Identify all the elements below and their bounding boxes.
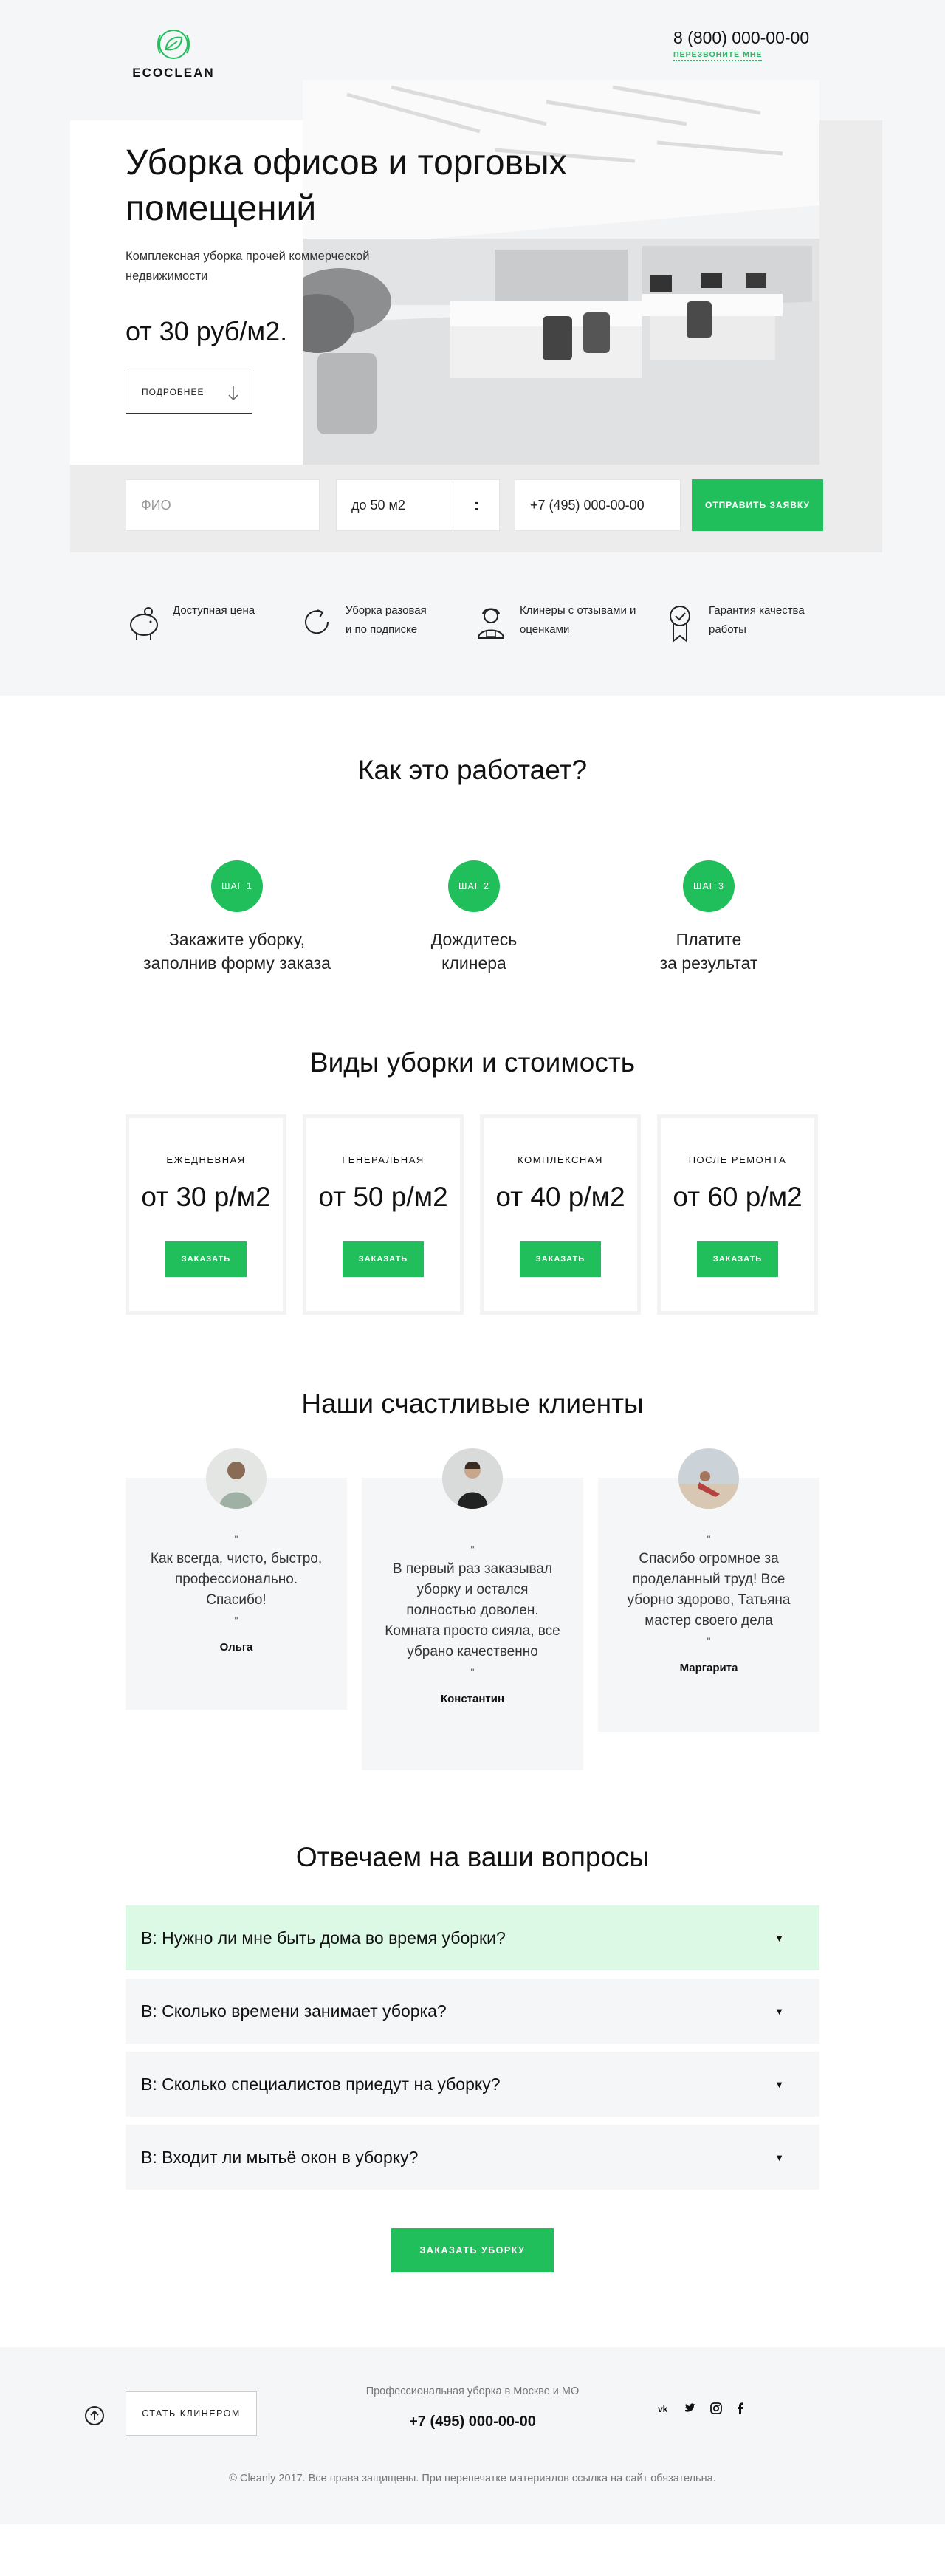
step-badge: ШАГ 3 xyxy=(683,860,735,912)
footer-phone[interactable]: +7 (495) 000-00-00 xyxy=(354,2414,591,2431)
step-text: Платите за результат xyxy=(659,930,758,973)
service-card: ЕЖЕДНЕВНАЯ от 30 р/м2 ЗАКАЗАТЬ xyxy=(126,1114,286,1315)
step-text: Дождитесь клинера xyxy=(430,930,518,973)
review-card: " В первый раз заказывал уборку и остался… xyxy=(362,1478,583,1770)
hero-section: ECOCLEAN 8 (800) 000-00-00 ПЕРЕЗВОНИТЕ М… xyxy=(0,0,945,696)
quote-icon: " xyxy=(470,1544,475,1555)
faq-item[interactable]: В: Входит ли мытьё окон в уборку? ▼ xyxy=(126,2125,819,2190)
review-text: Спасибо огромное за проделанный труд! Все… xyxy=(627,1551,791,1628)
quote-icon: " xyxy=(234,1533,238,1545)
faq-title: Отвечаем на ваши вопросы xyxy=(295,1842,650,1872)
order-service-button[interactable]: ЗАКАЗАТЬ xyxy=(165,1241,247,1277)
phone-input[interactable]: +7 (495) 000-00-00 xyxy=(515,479,681,531)
step-badge: ШАГ 1 xyxy=(211,860,263,912)
triangle-down-icon: ▼ xyxy=(774,2151,784,2163)
facebook-icon[interactable] xyxy=(733,2401,748,2416)
header-phone[interactable]: 8 (800) 000-00-00 xyxy=(673,28,809,48)
service-price: от 60 р/м2 xyxy=(673,1182,803,1212)
how-it-works-title: Как это работает? xyxy=(357,755,588,785)
review-card: " Как всегда, чисто, быстро, профессионал… xyxy=(126,1478,347,1710)
scroll-up-icon[interactable] xyxy=(84,2405,105,2426)
review-author: Маргарита xyxy=(679,1662,738,1674)
refresh-icon xyxy=(305,609,329,634)
feature-item: Клинеры с отзывами и оценками xyxy=(472,603,653,644)
review-author: Ольга xyxy=(219,1641,253,1654)
leaf-logo-icon xyxy=(157,30,190,59)
review-card: " Спасибо огромное за проделанный труд! В… xyxy=(598,1478,819,1732)
triangle-down-icon: ▼ xyxy=(774,2078,784,2090)
triangle-down-icon: ▼ xyxy=(774,2005,784,2017)
review-text: Как всегда, чисто, быстро, профессиональн… xyxy=(150,1551,323,1608)
step-text: Закажите уборку, заполнив форму заказа xyxy=(143,930,331,973)
service-card: КОМПЛЕКСНАЯ от 40 р/м2 ЗАКАЗАТЬ xyxy=(480,1114,641,1315)
select-arrows-icon: : xyxy=(453,480,500,530)
hero-title: Уборка офисов и торговых помещений xyxy=(126,143,567,228)
faq-item[interactable]: В: Нужно ли мне быть дома во время уборк… xyxy=(126,1905,819,1970)
svg-text:vk: vk xyxy=(658,2404,668,2414)
instagram-icon[interactable] xyxy=(709,2401,724,2416)
piggy-bank-icon xyxy=(130,607,158,640)
feature-item: Гарантия качества работы xyxy=(662,603,842,644)
hero-subtitle: Комплексная уборка прочей коммерческой не… xyxy=(126,250,370,283)
name-input[interactable]: ФИО xyxy=(126,479,320,531)
review-text: В первый раз заказывал уборку и остался по… xyxy=(385,1561,560,1659)
service-price: от 30 р/м2 xyxy=(141,1182,271,1212)
twitter-icon[interactable] xyxy=(683,2401,698,2416)
vk-icon[interactable]: vk xyxy=(657,2401,672,2416)
quote-icon: " xyxy=(707,1533,711,1545)
reviews-title: Наши счастливые клиенты xyxy=(301,1388,644,1419)
service-price: от 40 р/м2 xyxy=(495,1182,625,1212)
order-service-button[interactable]: ЗАКАЗАТЬ xyxy=(520,1241,601,1277)
step-badge: ШАГ 2 xyxy=(448,860,500,912)
service-name: ЕЖЕДНЕВНАЯ xyxy=(166,1154,246,1165)
avatar xyxy=(678,1448,739,1509)
faq-item[interactable]: В: Сколько времени занимает уборка? ▼ xyxy=(126,1979,819,2044)
more-button[interactable]: ПОДРОБНЕЕ xyxy=(126,371,252,414)
avatar xyxy=(206,1448,267,1509)
service-card: ГЕНЕРАЛЬНАЯ от 50 р/м2 ЗАКАЗАТЬ xyxy=(303,1114,464,1315)
quality-badge-icon xyxy=(670,606,690,643)
order-service-button[interactable]: ЗАКАЗАТЬ xyxy=(697,1241,778,1277)
cleaner-icon xyxy=(477,608,505,639)
feature-item: Доступная цена xyxy=(126,603,306,644)
copyright: © Cleanly 2017. Все права защищены. При … xyxy=(229,2473,716,2484)
triangle-down-icon: ▼ xyxy=(774,1932,784,1944)
order-cleaning-button[interactable]: ЗАКАЗАТЬ УБОРКУ xyxy=(391,2228,554,2272)
footer: СТАТЬ КЛИНЕРОМ Профессиональная уборка в… xyxy=(0,2347,945,2524)
logo-text: ECOCLEAN xyxy=(132,66,215,80)
order-service-button[interactable]: ЗАКАЗАТЬ xyxy=(343,1241,424,1277)
service-name: ГЕНЕРАЛЬНАЯ xyxy=(342,1154,425,1165)
quote-icon: " xyxy=(234,1614,238,1626)
callback-link[interactable]: ПЕРЕЗВОНИТЕ МНЕ xyxy=(673,50,763,61)
quote-icon: " xyxy=(707,1635,711,1647)
quote-icon: " xyxy=(470,1666,475,1678)
logo[interactable]: ECOCLEAN xyxy=(126,28,221,80)
arrow-down-icon xyxy=(228,386,238,401)
become-cleaner-button[interactable]: СТАТЬ КЛИНЕРОМ xyxy=(126,2391,257,2436)
review-author: Константин xyxy=(440,1693,505,1705)
footer-subtitle: Профессиональная уборка в Москве и МО xyxy=(365,2385,580,2397)
service-name: ПОСЛЕ РЕМОНТА xyxy=(688,1154,787,1165)
hero-price: от 30 руб/м2. xyxy=(126,316,288,346)
submit-request-button[interactable]: ОТПРАВИТЬ ЗАЯВКУ xyxy=(692,479,823,531)
feature-item: Уборка разовая и по подписке xyxy=(298,603,478,644)
area-select[interactable]: до 50 м2 : xyxy=(336,479,500,531)
services-title: Виды уборки и стоимость xyxy=(309,1047,636,1078)
service-name: КОМПЛЕКСНАЯ xyxy=(518,1154,603,1165)
avatar xyxy=(442,1448,503,1509)
service-price: от 50 р/м2 xyxy=(318,1182,448,1212)
service-card: ПОСЛЕ РЕМОНТА от 60 р/м2 ЗАКАЗАТЬ xyxy=(657,1114,818,1315)
faq-item[interactable]: В: Сколько специалистов приедут на уборк… xyxy=(126,2052,819,2117)
